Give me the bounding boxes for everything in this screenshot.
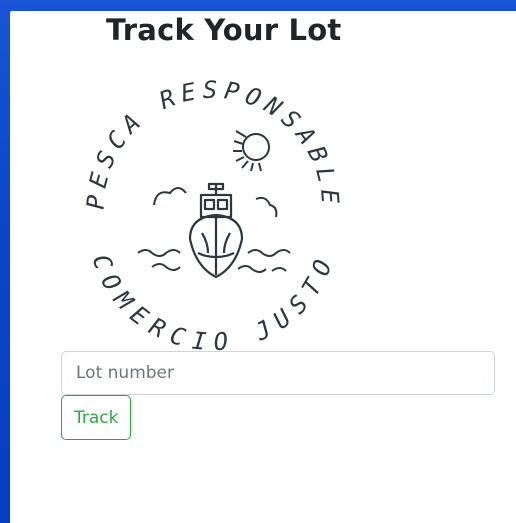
lot-number-input[interactable] <box>61 351 495 395</box>
logo-graphic: PESCA RESPONSABLE COMERCIO JUSTO <box>82 76 345 357</box>
logo-bottom-text: COMERCIO JUSTO <box>86 251 339 357</box>
sun-icon <box>233 130 270 172</box>
page-title: Track Your Lot <box>106 13 342 47</box>
tracking-panel: Track Your Lot PESCA RESPONSABLE COMERCI… <box>10 11 516 523</box>
logo-top-text: PESCA RESPONSABLE <box>82 76 345 210</box>
track-button[interactable]: Track <box>61 395 132 440</box>
fishing-boat-logo: PESCA RESPONSABLE COMERCIO JUSTO <box>76 67 350 357</box>
boat-icon <box>188 182 244 279</box>
waves-icon <box>137 249 291 273</box>
